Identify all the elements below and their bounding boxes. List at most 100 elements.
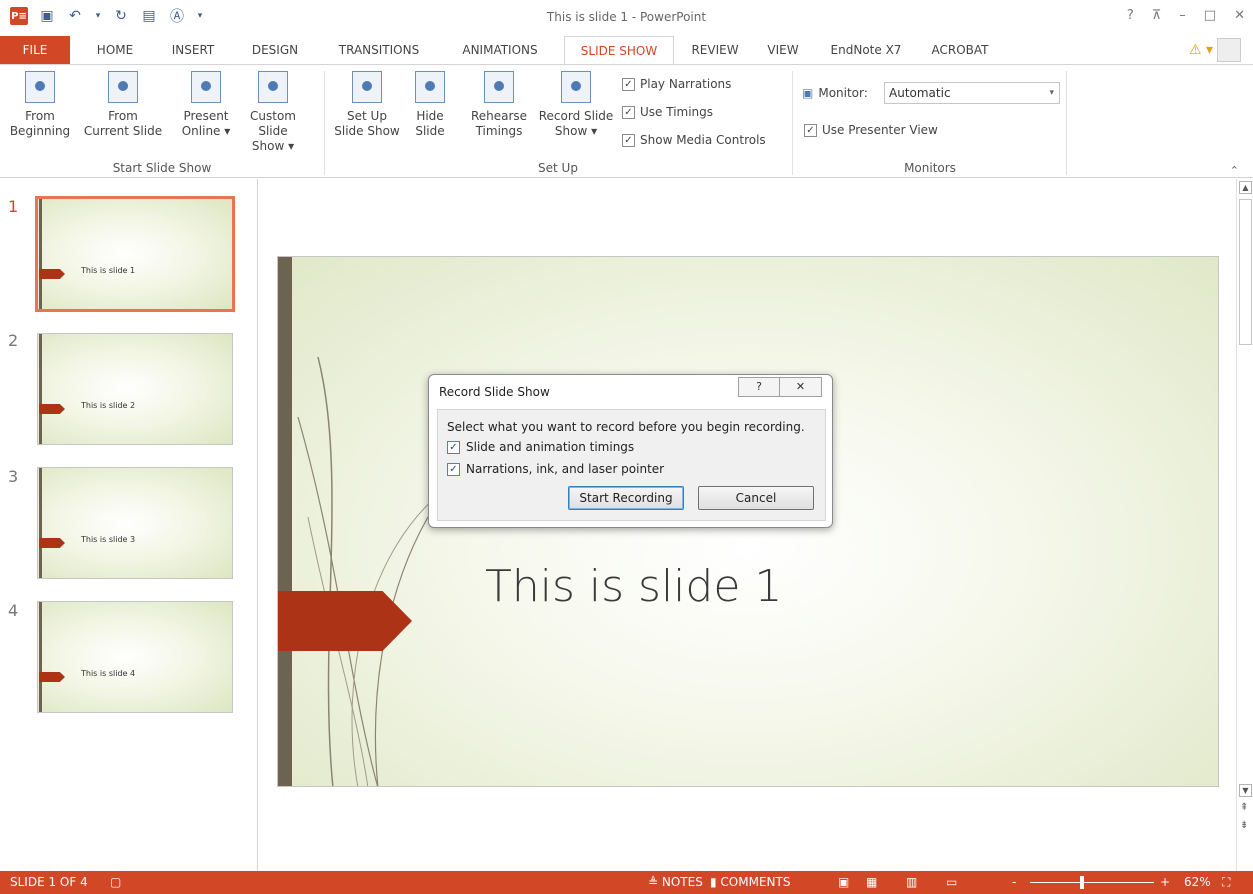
- reading-view-icon[interactable]: ▥: [906, 875, 917, 889]
- hide-slide-icon: [415, 71, 445, 103]
- tab-insert[interactable]: INSERT: [160, 36, 226, 65]
- custom-slide-show-button[interactable]: Custom Slide Show ▾: [236, 71, 310, 154]
- thumbnail-bar: [39, 468, 42, 578]
- warning-icon[interactable]: ⚠ ▾: [1189, 42, 1213, 58]
- fit-slide-icon[interactable]: ⛶: [1222, 875, 1230, 890]
- scroll-up-icon[interactable]: ▲: [1239, 181, 1252, 194]
- slide-accent-bar: [278, 257, 292, 786]
- spell-check-icon[interactable]: ▢: [110, 875, 121, 889]
- use-presenter-view-checkbox[interactable]: ✓ Use Presenter View: [804, 123, 938, 137]
- scroll-thumb[interactable]: [1239, 199, 1252, 345]
- use-timings-label: Use Timings: [640, 105, 714, 119]
- slide-show-view-icon[interactable]: ▭: [946, 875, 957, 889]
- minimize-icon[interactable]: –: [1179, 8, 1186, 23]
- previous-slide-icon[interactable]: ⇞: [1240, 802, 1248, 813]
- play-narrations-check-icon: ✓: [622, 77, 635, 91]
- from-beginning-label-1: From: [25, 109, 55, 123]
- custom-slide-show-icon: [258, 71, 288, 103]
- set-up-group-label: Set Up: [538, 161, 578, 175]
- user-avatar-icon[interactable]: [1217, 38, 1241, 62]
- rehearse-timings-button[interactable]: Rehearse Timings: [468, 71, 530, 139]
- present-online-label-2: Online ▾: [181, 124, 231, 138]
- record-label-1: Record Slide: [538, 109, 614, 123]
- from-beginning-label-2: Beginning: [9, 124, 71, 138]
- tab-animations[interactable]: ANIMATIONS: [446, 36, 554, 65]
- zoom-slider[interactable]: [1030, 882, 1154, 883]
- vertical-scrollbar[interactable]: ▲ ▼ ⇞ ⇟: [1236, 179, 1253, 871]
- dialog-help-icon[interactable]: ?: [738, 377, 780, 397]
- slide-thumbnail-1[interactable]: This is slide 1: [35, 196, 235, 312]
- window-controls: ? ⊼ – □ ✕: [1127, 8, 1245, 23]
- slide-animation-timings-checkbox[interactable]: ✓ Slide and animation timings: [447, 440, 634, 454]
- record-label-2: Show ▾: [554, 124, 598, 138]
- show-media-controls-checkbox[interactable]: ✓ Show Media Controls: [622, 133, 766, 147]
- record-slide-show-dialog: Record Slide Show ? ✕ Select what you wa…: [428, 374, 833, 528]
- thumbnail-flag: [39, 404, 65, 414]
- tab-review[interactable]: REVIEW: [684, 36, 746, 65]
- tab-acrobat[interactable]: ACROBAT: [920, 36, 1000, 65]
- ribbon-display-options-icon[interactable]: ⊼: [1152, 8, 1162, 23]
- set-up-slide-show-icon: [352, 71, 382, 103]
- tab-endnote[interactable]: EndNote X7: [820, 36, 912, 65]
- ribbon-tabs: FILE HOME INSERT DESIGN TRANSITIONS ANIM…: [0, 36, 1253, 66]
- hide-slide-button[interactable]: Hide Slide: [404, 71, 456, 139]
- slide-thumbnail-4[interactable]: This is slide 4: [37, 601, 233, 713]
- dialog-body: Select what you want to record before yo…: [437, 409, 826, 521]
- use-timings-checkbox[interactable]: ✓ Use Timings: [622, 105, 713, 119]
- tab-design[interactable]: DESIGN: [240, 36, 310, 65]
- zoom-in-button[interactable]: +: [1160, 875, 1170, 889]
- present-online-label-1: Present: [183, 109, 229, 123]
- group-separator: [324, 71, 325, 175]
- notes-button[interactable]: ≜ NOTES: [648, 875, 703, 889]
- from-beginning-button[interactable]: From Beginning: [0, 71, 80, 139]
- collapse-ribbon-icon[interactable]: ⌃: [1230, 164, 1239, 177]
- thumbnail-number: 3: [8, 467, 19, 486]
- monitor-select[interactable]: Automatic ▾: [884, 82, 1060, 104]
- from-current-slide-button[interactable]: From Current Slide: [80, 71, 166, 139]
- zoom-out-button[interactable]: -: [1012, 875, 1016, 889]
- close-icon[interactable]: ✕: [1234, 8, 1245, 23]
- dialog-close-icon[interactable]: ✕: [780, 377, 822, 397]
- start-recording-button[interactable]: Start Recording: [568, 486, 684, 510]
- cancel-button[interactable]: Cancel: [698, 486, 814, 510]
- present-online-icon: [191, 71, 221, 103]
- tab-home[interactable]: HOME: [82, 36, 148, 65]
- show-media-controls-label: Show Media Controls: [640, 133, 766, 147]
- slide-sorter-icon[interactable]: ▦: [866, 875, 877, 889]
- custom-show-label-1: Custom Slide: [250, 109, 296, 138]
- help-icon[interactable]: ?: [1127, 8, 1134, 23]
- maximize-icon[interactable]: □: [1204, 8, 1216, 23]
- narrations-label: Narrations, ink, and laser pointer: [466, 462, 665, 476]
- scroll-down-icon[interactable]: ▼: [1239, 784, 1252, 797]
- timings-label: Slide and animation timings: [466, 440, 635, 454]
- set-up-slide-show-button[interactable]: Set Up Slide Show: [332, 71, 402, 139]
- slide-thumbnail-2[interactable]: This is slide 2: [37, 333, 233, 445]
- record-slide-show-button[interactable]: Record Slide Show ▾: [534, 71, 618, 139]
- tab-view[interactable]: VIEW: [758, 36, 808, 65]
- thumbnail-flag: [39, 672, 65, 682]
- setup-label-2: Slide Show: [334, 124, 400, 138]
- play-narrations-checkbox[interactable]: ✓ Play Narrations: [622, 77, 731, 91]
- thumbnail-number: 2: [8, 331, 19, 350]
- slide-title[interactable]: This is slide 1: [485, 561, 782, 612]
- monitor-label-row: ▣ Monitor:: [802, 86, 868, 100]
- status-bar: SLIDE 1 OF 4 ▢ ≜ NOTES ▮ COMMENTS ▣ ▦ ▥ …: [0, 871, 1253, 894]
- zoom-slider-thumb[interactable]: [1080, 876, 1085, 889]
- zoom-level[interactable]: 62%: [1184, 875, 1211, 889]
- thumbnail-text: This is slide 2: [81, 401, 136, 410]
- tab-file[interactable]: FILE: [0, 36, 70, 65]
- slide-thumbnail-3[interactable]: This is slide 3: [37, 467, 233, 579]
- tab-slide-show[interactable]: SLIDE SHOW: [564, 36, 674, 66]
- monitors-group-label: Monitors: [904, 161, 956, 175]
- comments-button[interactable]: ▮ COMMENTS: [710, 875, 790, 889]
- next-slide-icon[interactable]: ⇟: [1240, 820, 1248, 831]
- monitor-icon: ▣: [802, 86, 814, 100]
- group-separator: [792, 71, 793, 175]
- normal-view-icon[interactable]: ▣: [838, 875, 849, 889]
- thumbnail-flag: [39, 538, 65, 548]
- thumbnail-bar: [39, 602, 42, 712]
- tab-transitions[interactable]: TRANSITIONS: [326, 36, 432, 65]
- group-separator: [1066, 71, 1067, 175]
- narrations-ink-laser-checkbox[interactable]: ✓ Narrations, ink, and laser pointer: [447, 462, 664, 476]
- present-online-button[interactable]: Present Online ▾: [178, 71, 234, 139]
